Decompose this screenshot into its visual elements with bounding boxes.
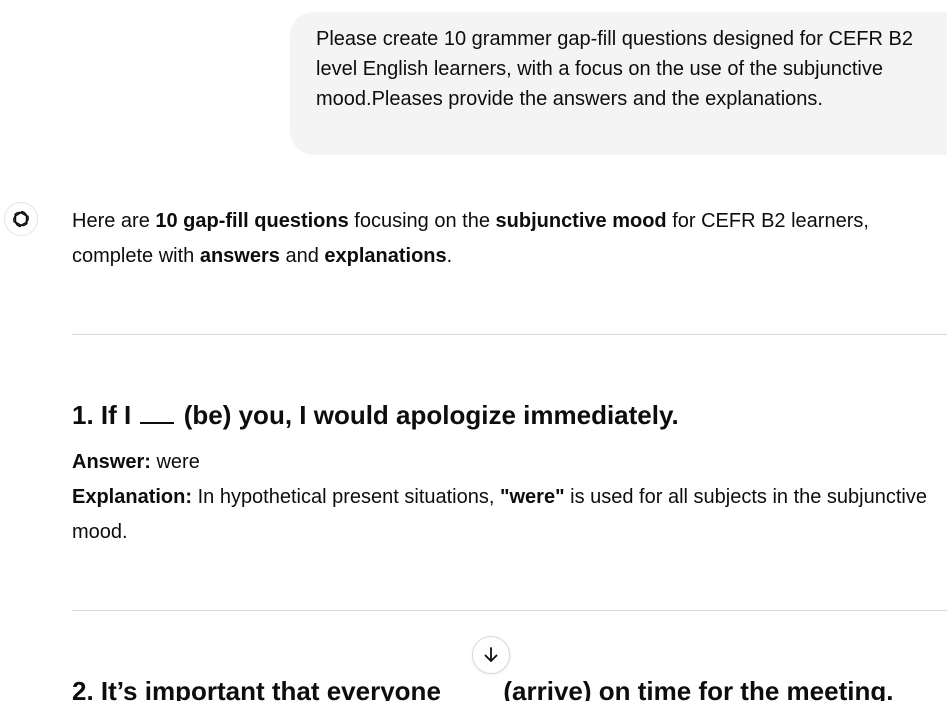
assistant-intro: Here are 10 gap-fill questions focusing … xyxy=(72,204,932,274)
question-2-prefix: 2. It’s important that everyone xyxy=(72,676,441,701)
intro-bold-4: explanations xyxy=(324,245,447,267)
user-message-text: Please create 10 grammer gap-fill questi… xyxy=(316,28,913,110)
question-1-gap xyxy=(140,400,175,424)
chat-page: Please create 10 grammer gap-fill questi… xyxy=(0,0,947,701)
intro-text-1: Here are xyxy=(72,210,156,232)
intro-bold-3: answers xyxy=(199,245,280,267)
intro-bold-1: 10 gap-fill questions xyxy=(155,210,349,232)
intro-text-2: focusing on the xyxy=(348,210,496,232)
question-1-explanation: Explanation: In hypothetical present sit… xyxy=(72,480,932,550)
explanation-before: In hypothetical present situations, xyxy=(197,486,495,508)
intro-bold-2: subjunctive mood xyxy=(495,210,667,232)
intro-text-5: . xyxy=(446,245,453,267)
answer-label: Answer: xyxy=(72,451,151,473)
chatgpt-logo-icon xyxy=(4,202,38,236)
question-2-title: 2. It’s important that everyone (arrive)… xyxy=(72,674,893,701)
divider xyxy=(72,334,947,335)
explanation-label: Explanation: xyxy=(72,486,193,508)
explanation-bold: "were" xyxy=(500,486,565,508)
question-1-prefix: 1. If I xyxy=(72,400,132,430)
intro-text-4: and xyxy=(279,245,325,267)
question-1-verb: (be) you, I would apologize immediately. xyxy=(183,400,679,430)
question-2-gap xyxy=(450,678,494,700)
question-2-verb: (arrive) on time for the meeting. xyxy=(503,676,894,701)
scroll-to-bottom-button[interactable] xyxy=(472,636,510,674)
arrow-down-icon xyxy=(484,647,498,662)
divider xyxy=(72,610,947,611)
user-message-bubble: Please create 10 grammer gap-fill questi… xyxy=(290,12,947,155)
question-1-title: 1. If I (be) you, I would apologize imme… xyxy=(72,398,679,432)
answer-value: were xyxy=(156,451,200,473)
question-1-answer-block: Answer: were Explanation: In hypothetica… xyxy=(72,445,932,550)
question-1-answer: Answer: were xyxy=(72,445,932,480)
